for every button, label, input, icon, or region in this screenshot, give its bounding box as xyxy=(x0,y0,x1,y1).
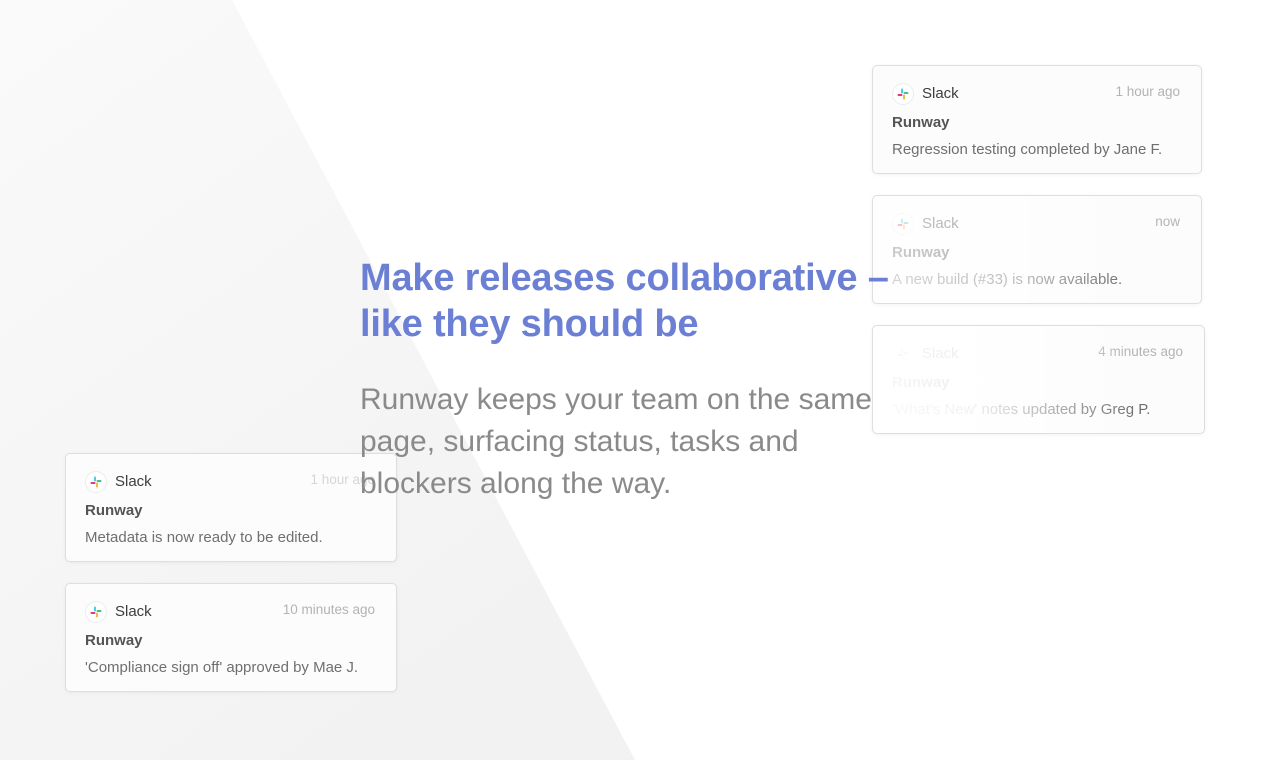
notification-message: Metadata is now ready to be edited. xyxy=(85,529,323,546)
notification-timestamp: now xyxy=(1155,214,1180,229)
notification-card[interactable]: Slack 10 minutes ago Runway 'Compliance … xyxy=(65,583,397,692)
hero-subtext-line: blockers along the way. xyxy=(360,467,672,500)
notification-title: Runway xyxy=(85,632,143,649)
notification-card[interactable]: Slack 4 minutes ago Runway 'What's New' … xyxy=(872,325,1205,434)
notification-message: A new build (#33) is now available. xyxy=(892,271,1123,288)
slack-logo-icon xyxy=(86,472,106,492)
slack-logo-icon xyxy=(86,602,106,622)
notification-app-name: Slack xyxy=(922,345,959,362)
notification-app-name: Slack xyxy=(922,215,959,232)
hero-headline: Make releases collaborative – like they … xyxy=(360,255,920,347)
slack-logo-icon xyxy=(893,214,913,234)
notification-app-name: Slack xyxy=(922,85,959,102)
notification-app-name: Slack xyxy=(115,603,152,620)
notification-message: 'What's New' notes updated by Greg P. xyxy=(892,401,1151,418)
hero-subtext-line: Runway keeps your team on the same xyxy=(360,383,872,416)
notification-card[interactable]: Slack 1 hour ago Runway Regression testi… xyxy=(872,65,1202,174)
notification-title: Runway xyxy=(892,114,950,131)
notification-timestamp: 1 hour ago xyxy=(1115,84,1180,99)
hero-section: Make releases collaborative – like they … xyxy=(360,255,920,505)
notification-message: 'Compliance sign off' approved by Mae J. xyxy=(85,659,359,676)
hero-subtext: Runway keeps your team on the same page,… xyxy=(360,379,920,505)
notification-timestamp: 4 minutes ago xyxy=(1098,344,1183,359)
notification-title: Runway xyxy=(85,502,143,519)
hero-headline-line: Make releases collaborative – xyxy=(360,257,889,299)
notification-timestamp: 10 minutes ago xyxy=(282,602,375,617)
slack-logo-icon xyxy=(893,84,913,104)
notification-card[interactable]: Slack now Runway A new build (#33) is no… xyxy=(872,195,1202,304)
notification-app-name: Slack xyxy=(115,473,152,490)
hero-headline-line: like they should be xyxy=(360,303,699,345)
notification-card[interactable]: Slack 1 hour ago Runway Metadata is now … xyxy=(65,453,397,562)
hero-subtext-line: page, surfacing status, tasks and xyxy=(360,425,799,458)
notification-message: Regression testing completed by Jane F. xyxy=(892,141,1163,158)
